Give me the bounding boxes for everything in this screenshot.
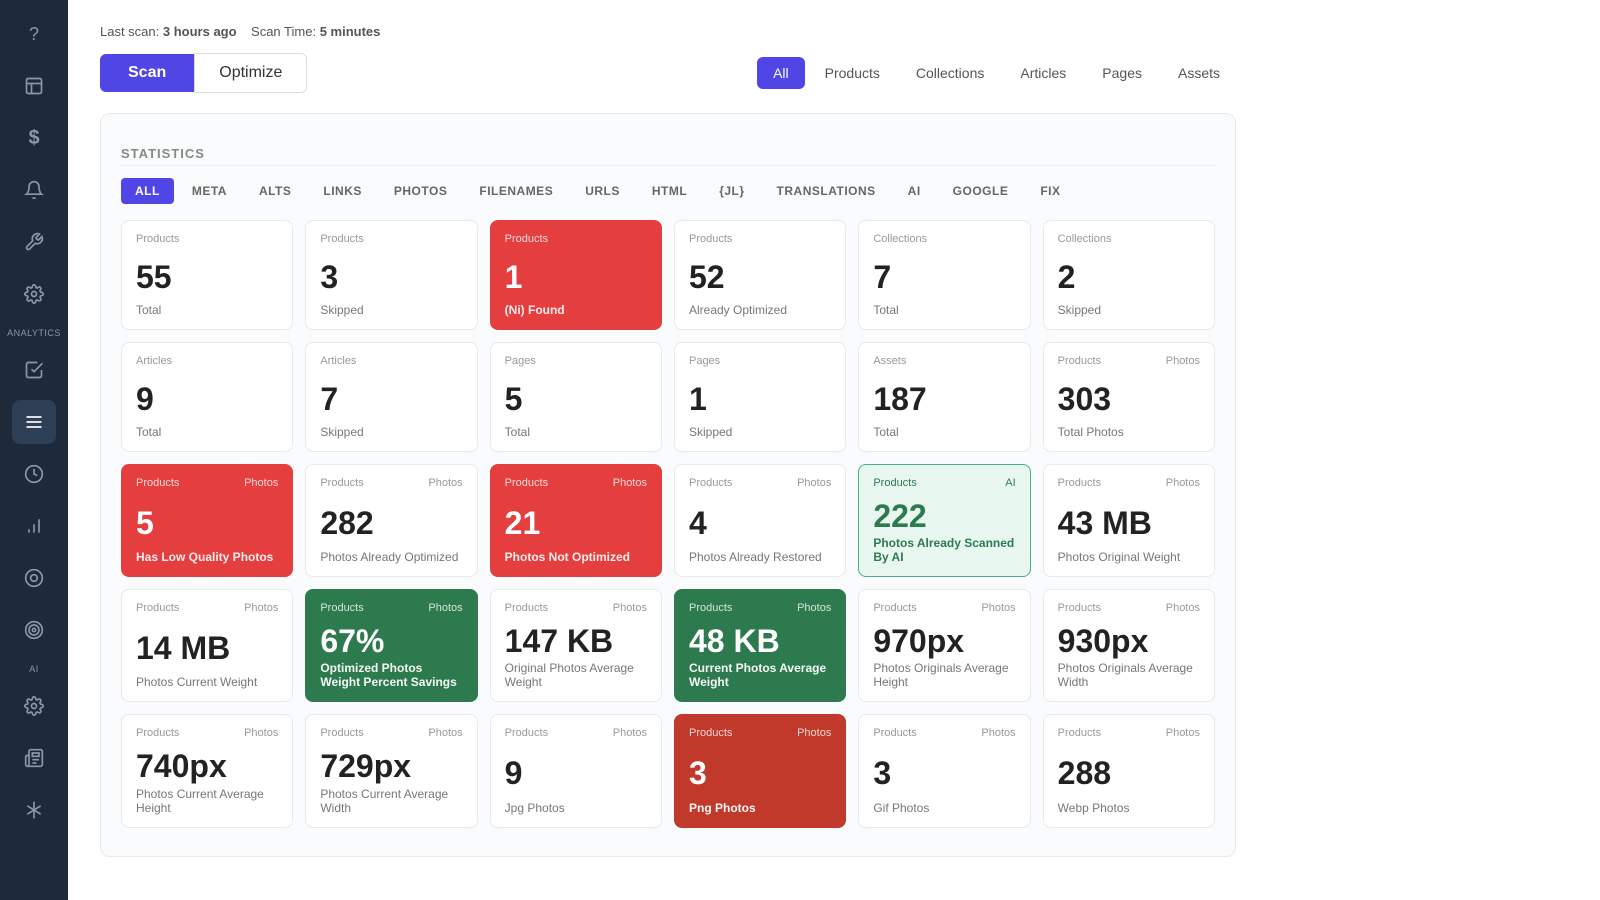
ai-sidebar-label: AI (29, 664, 39, 674)
circle-icon[interactable] (12, 556, 56, 600)
filter-tab-articles[interactable]: Articles (1004, 57, 1082, 89)
cards-row-4: Products Photos 14 MB Photos Current Wei… (121, 589, 1215, 702)
card-originals-avg-width[interactable]: Products Photos 930px Photos Originals A… (1043, 589, 1215, 702)
statistics-title: STATISTICS (121, 130, 1215, 166)
card-products-skipped[interactable]: Products 3 Skipped (305, 220, 477, 330)
card-collections-total[interactable]: Collections 7 Total (858, 220, 1030, 330)
scan-info: Last scan: 3 hours ago Scan Time: 5 minu… (100, 24, 380, 39)
card-articles-skipped[interactable]: Articles 7 Skipped (305, 342, 477, 452)
cards-row-5: Products Photos 740px Photos Current Ave… (121, 714, 1215, 827)
card-products-already-optimized[interactable]: Products 52 Already Optimized (674, 220, 846, 330)
card-webp-photos[interactable]: Products Photos 288 Webp Photos (1043, 714, 1215, 827)
card-photos-already-optimized[interactable]: Products Photos 282 Photos Already Optim… (305, 464, 477, 577)
stats-tab-links[interactable]: LINKS (309, 178, 376, 204)
card-current-avg-weight[interactable]: Products Photos 48 KB Current Photos Ave… (674, 589, 846, 702)
cards-row-3: Products Photos 5 Has Low Quality Photos… (121, 464, 1215, 577)
analytics-label: ANALYTICS (7, 328, 61, 338)
notification-icon[interactable] (12, 168, 56, 212)
card-photos-not-optimized[interactable]: Products Photos 21 Photos Not Optimized (490, 464, 662, 577)
card-products-total[interactable]: Products 55 Total (121, 220, 293, 330)
settings-icon[interactable] (12, 272, 56, 316)
card-assets-total[interactable]: Assets 187 Total (858, 342, 1030, 452)
card-photos-current-weight[interactable]: Products Photos 14 MB Photos Current Wei… (121, 589, 293, 702)
scan-button[interactable]: Scan (100, 54, 194, 92)
scan-time-value: 5 minutes (320, 24, 381, 39)
cards-row-2: Articles 9 Total Articles 7 Skipped Page… (121, 342, 1215, 452)
card-collections-skipped[interactable]: Collections 2 Skipped (1043, 220, 1215, 330)
main-content: Last scan: 3 hours ago Scan Time: 5 minu… (68, 0, 1600, 900)
sidebar: ? $ ANALYTICS AI (0, 0, 68, 900)
stats-tab-translations[interactable]: TRANSLATIONS (763, 178, 890, 204)
filter-tab-collections[interactable]: Collections (900, 57, 1000, 89)
card-jpg-photos[interactable]: Products Photos 9 Jpg Photos (490, 714, 662, 827)
card-current-avg-height[interactable]: Products Photos 740px Photos Current Ave… (121, 714, 293, 827)
filter-tab-products[interactable]: Products (809, 57, 896, 89)
last-scan-label: Last scan: (100, 24, 159, 39)
clock-icon[interactable] (12, 452, 56, 496)
card-optimized-weight-savings[interactable]: Products Photos 67% Optimized Photos Wei… (305, 589, 477, 702)
cards-row-1: Products 55 Total Products 3 Skipped Pro… (121, 220, 1215, 330)
target-icon[interactable] (12, 608, 56, 652)
scan-time-label: Scan Time: (251, 24, 316, 39)
card-photos-original-weight[interactable]: Products Photos 43 MB Photos Original We… (1043, 464, 1215, 577)
card-low-quality-photos[interactable]: Products Photos 5 Has Low Quality Photos (121, 464, 293, 577)
checklist-icon[interactable] (12, 348, 56, 392)
filter-tab-pages[interactable]: Pages (1086, 57, 1158, 89)
stats-tab-filenames[interactable]: FILENAMES (465, 178, 567, 204)
asterisk-icon[interactable] (12, 788, 56, 832)
filter-tab-assets[interactable]: Assets (1162, 57, 1236, 89)
stats-tab-meta[interactable]: META (178, 178, 241, 204)
stats-tabs: ALL META ALTS LINKS PHOTOS FILENAMES URL… (121, 178, 1215, 204)
card-products-found[interactable]: Products 1 (Ni) Found (490, 220, 662, 330)
optimize-button[interactable]: Optimize (194, 53, 307, 93)
stats-tab-html[interactable]: HTML (638, 178, 701, 204)
card-originals-avg-height[interactable]: Products Photos 970px Photos Originals A… (858, 589, 1030, 702)
stats-tab-ai[interactable]: AI (894, 178, 935, 204)
card-articles-total[interactable]: Articles 9 Total (121, 342, 293, 452)
dollar-icon[interactable]: $ (12, 116, 56, 160)
last-scan-value: 3 hours ago (163, 24, 237, 39)
stats-tab-jl[interactable]: {JL} (705, 178, 758, 204)
bar-chart-icon[interactable] (12, 504, 56, 548)
card-pages-skipped[interactable]: Pages 1 Skipped (674, 342, 846, 452)
stats-tab-alts[interactable]: ALTS (245, 178, 305, 204)
card-pages-total[interactable]: Pages 5 Total (490, 342, 662, 452)
stats-tab-photos[interactable]: PHOTOS (380, 178, 461, 204)
filter-tabs: All Products Collections Articles Pages … (757, 57, 1236, 89)
card-png-photos[interactable]: Products Photos 3 Png Photos (674, 714, 846, 827)
card-photos-ai-scanned[interactable]: Products AI 222 Photos Already Scanned B… (858, 464, 1030, 577)
card-products-photos-total[interactable]: Products Photos 303 Total Photos (1043, 342, 1215, 452)
tools-icon[interactable] (12, 220, 56, 264)
card-photos-already-restored[interactable]: Products Photos 4 Photos Already Restore… (674, 464, 846, 577)
stats-tab-google[interactable]: GOOGLE (939, 178, 1023, 204)
stats-tab-urls[interactable]: URLS (571, 178, 634, 204)
stats-tab-all[interactable]: ALL (121, 178, 174, 204)
list-icon[interactable] (12, 400, 56, 444)
newspaper-icon[interactable] (12, 736, 56, 780)
stats-tab-fix[interactable]: FIX (1026, 178, 1074, 204)
card-original-avg-weight[interactable]: Products Photos 147 KB Original Photos A… (490, 589, 662, 702)
filter-tab-all[interactable]: All (757, 57, 805, 89)
card-current-avg-width[interactable]: Products Photos 729px Photos Current Ave… (305, 714, 477, 827)
gear2-icon[interactable] (12, 684, 56, 728)
help-icon[interactable]: ? (12, 12, 56, 56)
log-icon[interactable] (12, 64, 56, 108)
card-gif-photos[interactable]: Products Photos 3 Gif Photos (858, 714, 1030, 827)
